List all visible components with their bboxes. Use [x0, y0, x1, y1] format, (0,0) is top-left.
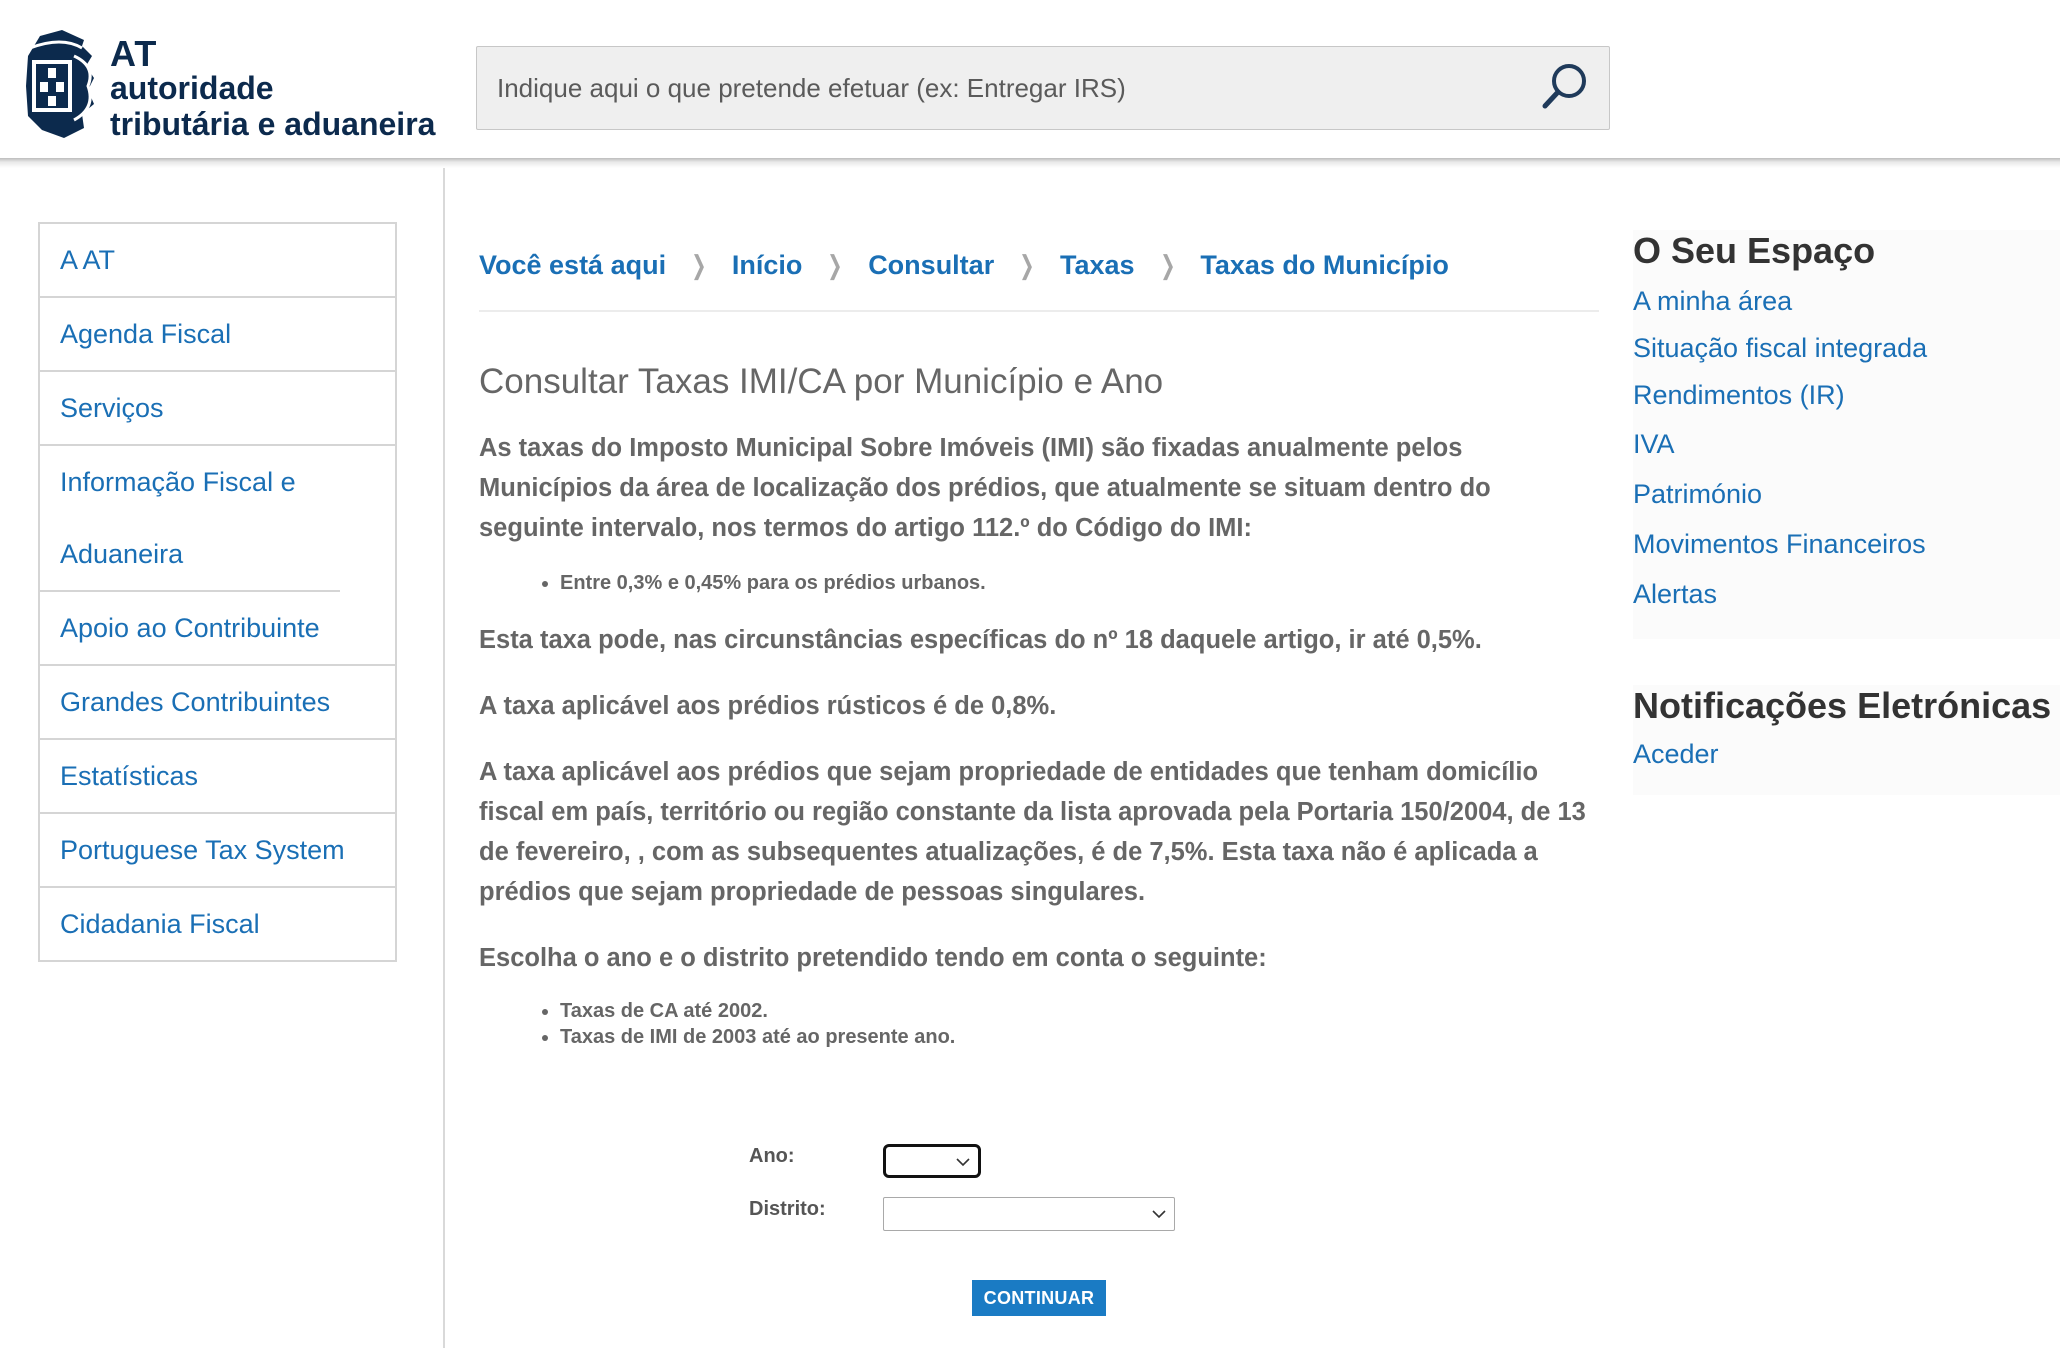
- site-header: AT autoridade tributária e aduaneira: [0, 0, 2060, 160]
- list-item: Entre 0,3% e 0,45% para os prédios urban…: [560, 570, 1599, 596]
- left-navigation: A AT Agenda Fiscal Serviços Informação F…: [38, 222, 397, 962]
- nav-item-cidadania-fiscal[interactable]: Cidadania Fiscal: [40, 888, 395, 960]
- chevron-right-icon: ❯: [691, 249, 707, 280]
- link-minha-area[interactable]: A minha área: [1633, 278, 2060, 325]
- portugal-shield-icon: [26, 30, 94, 138]
- main-content: Você está aqui ❯ Início ❯ Consultar ❯ Ta…: [479, 222, 1599, 1074]
- chevron-down-icon: [956, 1158, 970, 1167]
- breadcrumb-taxas-municipio[interactable]: Taxas do Município: [1200, 250, 1449, 281]
- search-input[interactable]: [477, 47, 1537, 129]
- notificacoes-panel: Notificações Eletrónicas Aceder: [1633, 685, 2060, 795]
- breadcrumb-inicio[interactable]: Início: [732, 250, 803, 281]
- breadcrumb-divider: [479, 310, 1599, 312]
- choose-instructions: Escolha o ano e o distrito pretendido te…: [479, 944, 1267, 972]
- ano-select[interactable]: [883, 1144, 981, 1178]
- nav-item-portuguese-tax-system[interactable]: Portuguese Tax System: [40, 814, 395, 888]
- intro-paragraph: As taxas do Imposto Municipal Sobre Imóv…: [479, 434, 1491, 542]
- nav-item-estatisticas[interactable]: Estatísticas: [40, 740, 395, 814]
- link-patrimonio[interactable]: Património: [1633, 469, 2060, 519]
- logo-tributaria-text: tributária e aduaneira: [110, 106, 436, 142]
- nav-item-grandes-contribuintes[interactable]: Grandes Contribuintes: [40, 666, 395, 740]
- content-divider: [443, 168, 445, 1348]
- breadcrumb-consultar[interactable]: Consultar: [868, 250, 994, 281]
- right-sidebar: O Seu Espaço A minha área Situação fisca…: [1633, 222, 2060, 795]
- chevron-right-icon: ❯: [827, 249, 843, 280]
- link-aceder[interactable]: Aceder: [1633, 733, 2060, 775]
- chevron-right-icon: ❯: [1159, 249, 1176, 280]
- header-divider: [0, 158, 2060, 168]
- breadcrumb: Você está aqui ❯ Início ❯ Consultar ❯ Ta…: [479, 222, 1599, 308]
- nav-item-a-at[interactable]: A AT: [40, 224, 395, 298]
- list-item: Taxas de CA até 2002.: [560, 998, 1599, 1024]
- max-rate-paragraph: Esta taxa pode, nas circunstâncias espec…: [479, 626, 1482, 654]
- search-button[interactable]: [1539, 61, 1591, 113]
- search-icon: [1542, 64, 1586, 109]
- logo-autoridade-text: autoridade: [110, 70, 274, 106]
- notificacoes-title: Notificações Eletrónicas: [1633, 685, 2052, 726]
- seu-espaco-panel: O Seu Espaço A minha área Situação fisca…: [1633, 230, 2060, 639]
- seu-espaco-title: O Seu Espaço: [1633, 230, 1876, 271]
- offshore-rate-paragraph: A taxa aplicável aos prédios que sejam p…: [479, 758, 1586, 906]
- at-logo[interactable]: AT autoridade tributária e aduaneira: [22, 26, 442, 146]
- breadcrumb-you-are-here: Você está aqui: [479, 249, 667, 280]
- nav-item-informacao-fiscal[interactable]: Informação Fiscal e Aduaneira: [40, 446, 340, 592]
- distrito-label: Distrito:: [749, 1198, 826, 1220]
- year-range-list: Taxas de CA até 2002. Taxas de IMI de 20…: [479, 998, 1599, 1050]
- nav-item-servicos[interactable]: Serviços: [40, 372, 395, 446]
- continuar-button[interactable]: CONTINUAR: [972, 1280, 1106, 1316]
- chevron-down-icon: [1152, 1210, 1166, 1219]
- distrito-select[interactable]: [883, 1197, 1175, 1231]
- search-bar: [476, 46, 1610, 130]
- page-title: Consultar Taxas IMI/CA por Município e A…: [479, 362, 1164, 401]
- nav-item-agenda-fiscal[interactable]: Agenda Fiscal: [40, 298, 395, 372]
- link-rendimentos[interactable]: Rendimentos (IR): [1633, 372, 2060, 419]
- logo-at-text: AT: [110, 33, 158, 74]
- nav-item-apoio-contribuinte[interactable]: Apoio ao Contribuinte: [40, 592, 395, 666]
- breadcrumb-taxas[interactable]: Taxas: [1060, 250, 1135, 281]
- link-alertas[interactable]: Alertas: [1633, 569, 2060, 619]
- urban-rate-list: Entre 0,3% e 0,45% para os prédios urban…: [479, 570, 1599, 596]
- rustic-rate-paragraph: A taxa aplicável aos prédios rústicos é …: [479, 692, 1057, 720]
- ano-label: Ano:: [749, 1145, 795, 1167]
- chevron-right-icon: ❯: [1019, 249, 1035, 280]
- link-situacao-fiscal[interactable]: Situação fiscal integrada: [1633, 325, 2060, 372]
- link-movimentos-financeiros[interactable]: Movimentos Financeiros: [1633, 519, 2060, 569]
- list-item: Taxas de IMI de 2003 até ao presente ano…: [560, 1024, 1599, 1050]
- link-iva[interactable]: IVA: [1633, 419, 2060, 469]
